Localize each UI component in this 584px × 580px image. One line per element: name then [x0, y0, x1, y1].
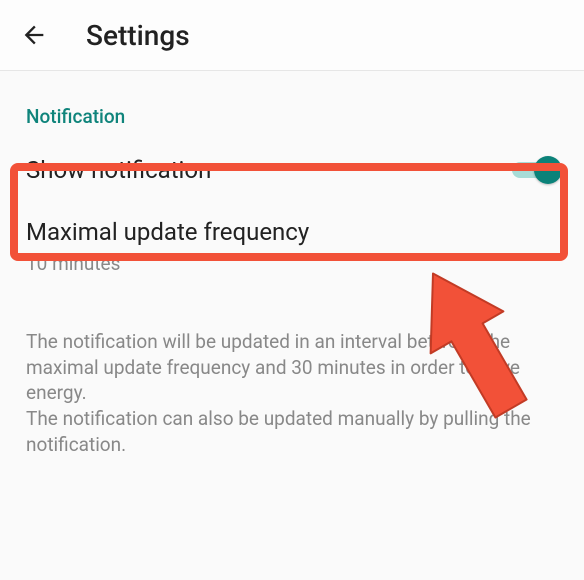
setting-show-notification[interactable]: Show notification	[0, 136, 584, 204]
section-header-notification: Notification	[0, 71, 584, 136]
page-title: Settings	[86, 19, 190, 52]
toggle-thumb	[534, 156, 562, 184]
setting-update-frequency[interactable]: Maximal update frequency 10 minutes	[0, 204, 584, 279]
app-bar: Settings	[0, 0, 584, 70]
setting-update-frequency-label: Maximal update frequency	[26, 218, 558, 246]
settings-description: The notification will be updated in an i…	[0, 279, 584, 477]
setting-show-notification-label: Show notification	[26, 156, 211, 184]
show-notification-toggle[interactable]	[512, 156, 558, 184]
back-arrow-icon	[20, 21, 48, 49]
back-button[interactable]	[10, 11, 58, 59]
setting-update-frequency-value: 10 minutes	[26, 252, 558, 275]
